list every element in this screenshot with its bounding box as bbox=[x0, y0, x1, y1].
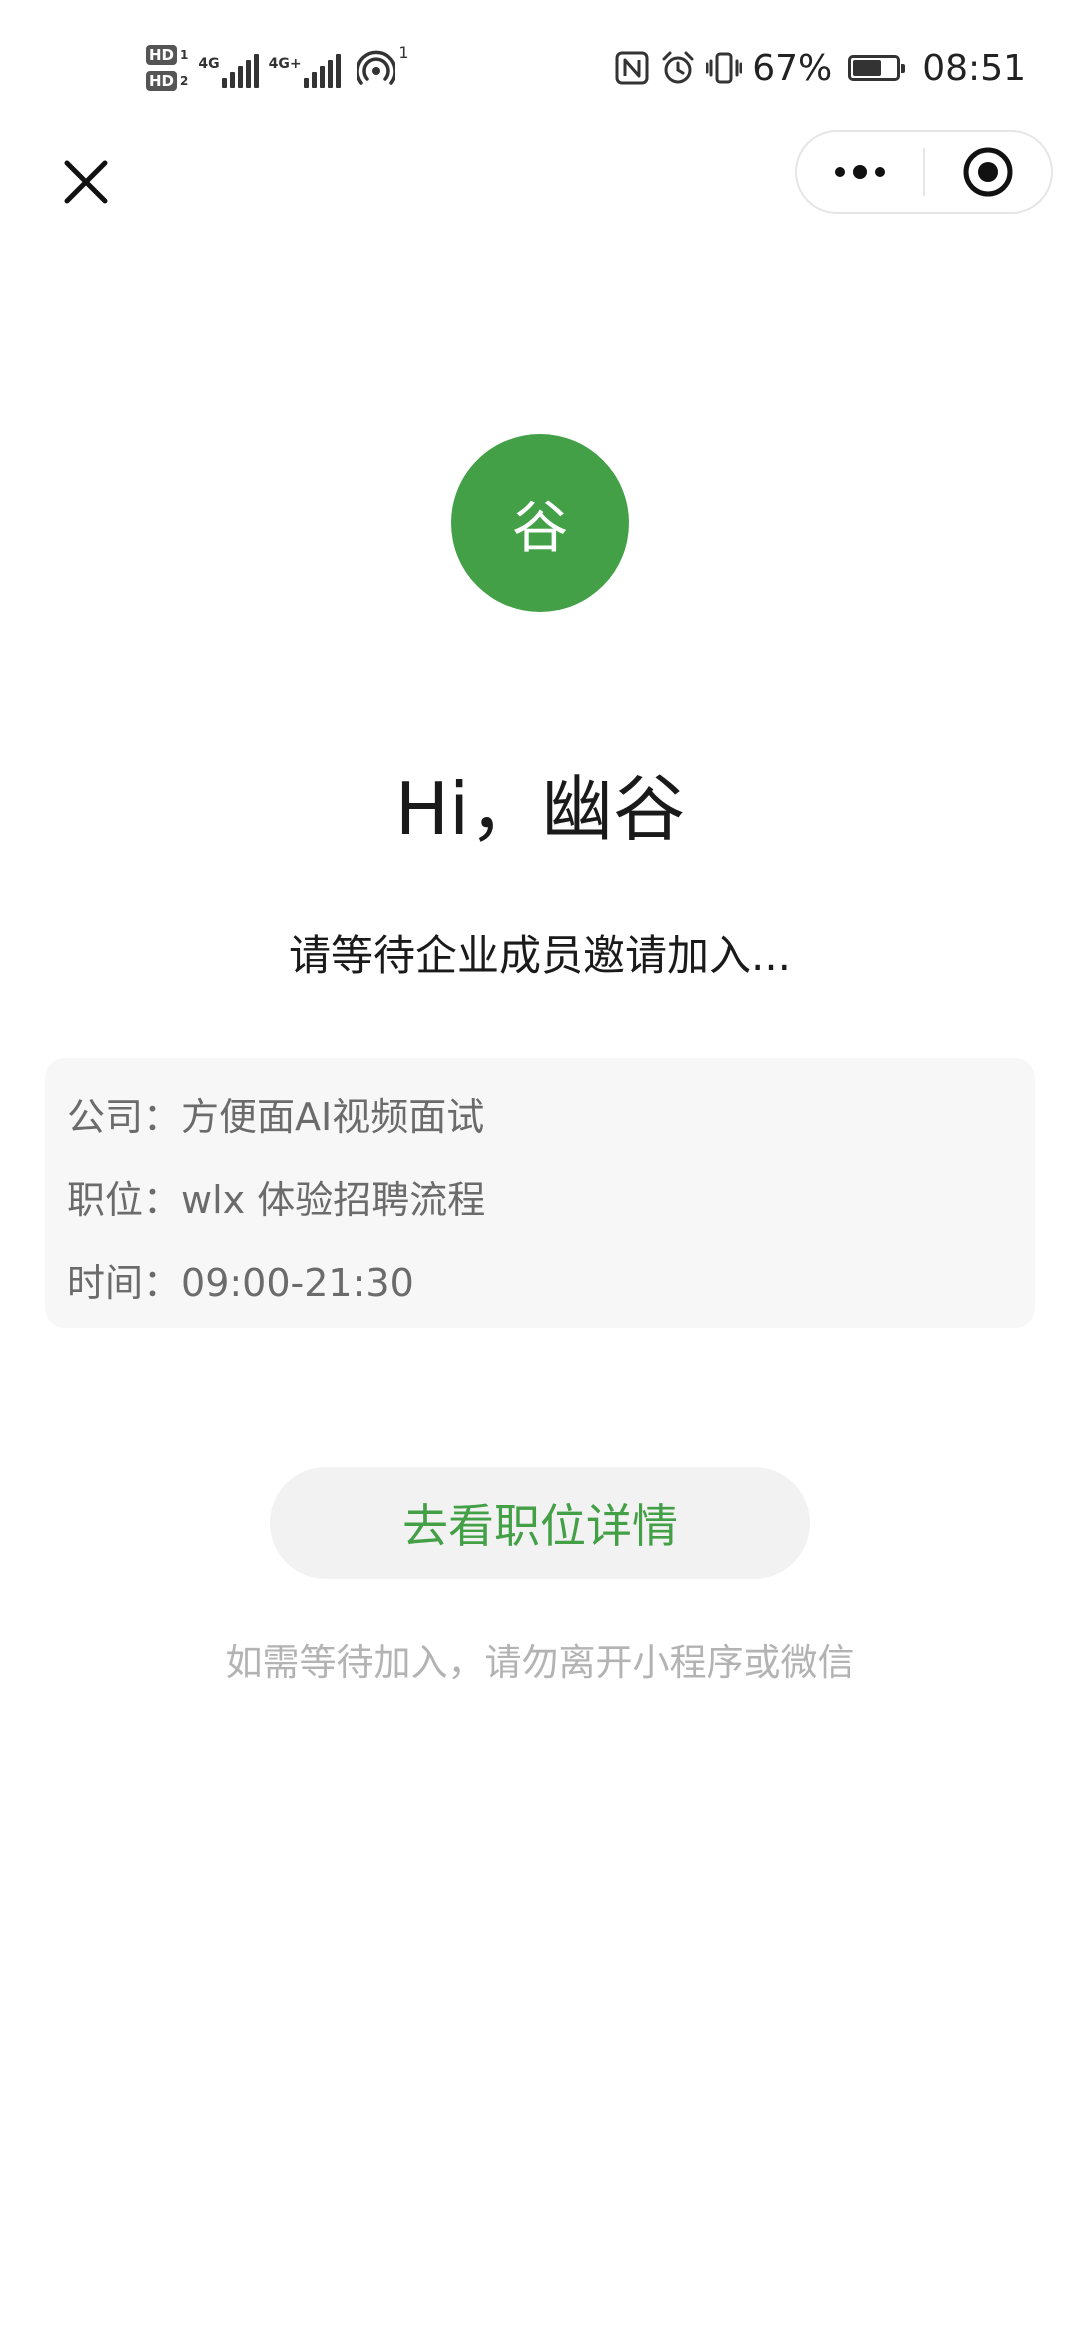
stay-hint: 如需等待加入，请勿离开小程序或微信 bbox=[225, 1641, 855, 1684]
signal-bars-icon bbox=[221, 52, 259, 88]
time-value: 09:00-21:30 bbox=[181, 1261, 414, 1305]
waiting-message: 请等待企业成员邀请加入... bbox=[288, 931, 792, 980]
hotspot-count: 1 bbox=[398, 43, 409, 62]
nfc-icon bbox=[615, 51, 649, 85]
company-value: 方便面AI视频面试 bbox=[181, 1095, 485, 1139]
more-menu-button[interactable] bbox=[797, 132, 923, 212]
company-row: 公司：方便面AI视频面试 bbox=[67, 1086, 484, 1141]
exit-miniprogram-button[interactable] bbox=[925, 132, 1051, 212]
target-circle-icon bbox=[963, 147, 1013, 197]
hd-badge-2: HD bbox=[146, 71, 178, 91]
status-bar-right: 67% 08:51 bbox=[614, 40, 1026, 96]
clock: 08:51 bbox=[922, 47, 1026, 89]
vibrate-icon bbox=[706, 52, 743, 84]
alarm-icon bbox=[662, 51, 694, 84]
time-row: 时间：09:00-21:30 bbox=[67, 1252, 414, 1307]
position-row: 职位：wlx 体验招聘流程 bbox=[67, 1169, 485, 1224]
signal-sim2: 4G+ bbox=[269, 48, 341, 88]
status-bar-left: HD 1 HD 2 4G 4G+ 1 bbox=[146, 34, 409, 102]
time-label: 时间： bbox=[67, 1261, 182, 1305]
miniprogram-capsule bbox=[795, 130, 1053, 214]
more-dots-icon bbox=[835, 165, 885, 179]
view-position-details-button[interactable]: 去看职位详情 bbox=[270, 1467, 810, 1579]
company-label: 公司： bbox=[67, 1095, 182, 1139]
avatar-initial: 谷 bbox=[512, 495, 568, 561]
position-value: wlx 体验招聘流程 bbox=[181, 1178, 486, 1222]
signal-bars-icon bbox=[303, 52, 341, 88]
network-type-1: 4G bbox=[198, 56, 220, 72]
close-icon bbox=[64, 160, 108, 204]
battery-level bbox=[853, 60, 882, 76]
hd-badge-2-num: 2 bbox=[180, 74, 189, 88]
hd-badge-1: HD bbox=[146, 45, 178, 65]
battery-percent: 67% bbox=[752, 47, 833, 89]
network-type-2: 4G+ bbox=[268, 56, 302, 72]
hd-badge-1-num: 1 bbox=[180, 48, 189, 62]
interview-info-card: 公司：方便面AI视频面试 职位：wlx 体验招聘流程 时间：09:00-21:3… bbox=[45, 1058, 1035, 1328]
signal-sim1: 4G bbox=[198, 48, 259, 88]
avatar: 谷 bbox=[451, 434, 629, 612]
battery-icon bbox=[848, 55, 906, 81]
close-button[interactable] bbox=[54, 150, 118, 214]
hotspot-icon: 1 bbox=[354, 43, 409, 87]
status-bar: HD 1 HD 2 4G 4G+ 1 67% 08:51 bbox=[0, 0, 1080, 135]
hd-indicators: HD 1 HD 2 bbox=[146, 45, 188, 91]
greeting-title: Hi，幽谷 bbox=[394, 767, 686, 851]
position-label: 职位： bbox=[67, 1178, 182, 1222]
